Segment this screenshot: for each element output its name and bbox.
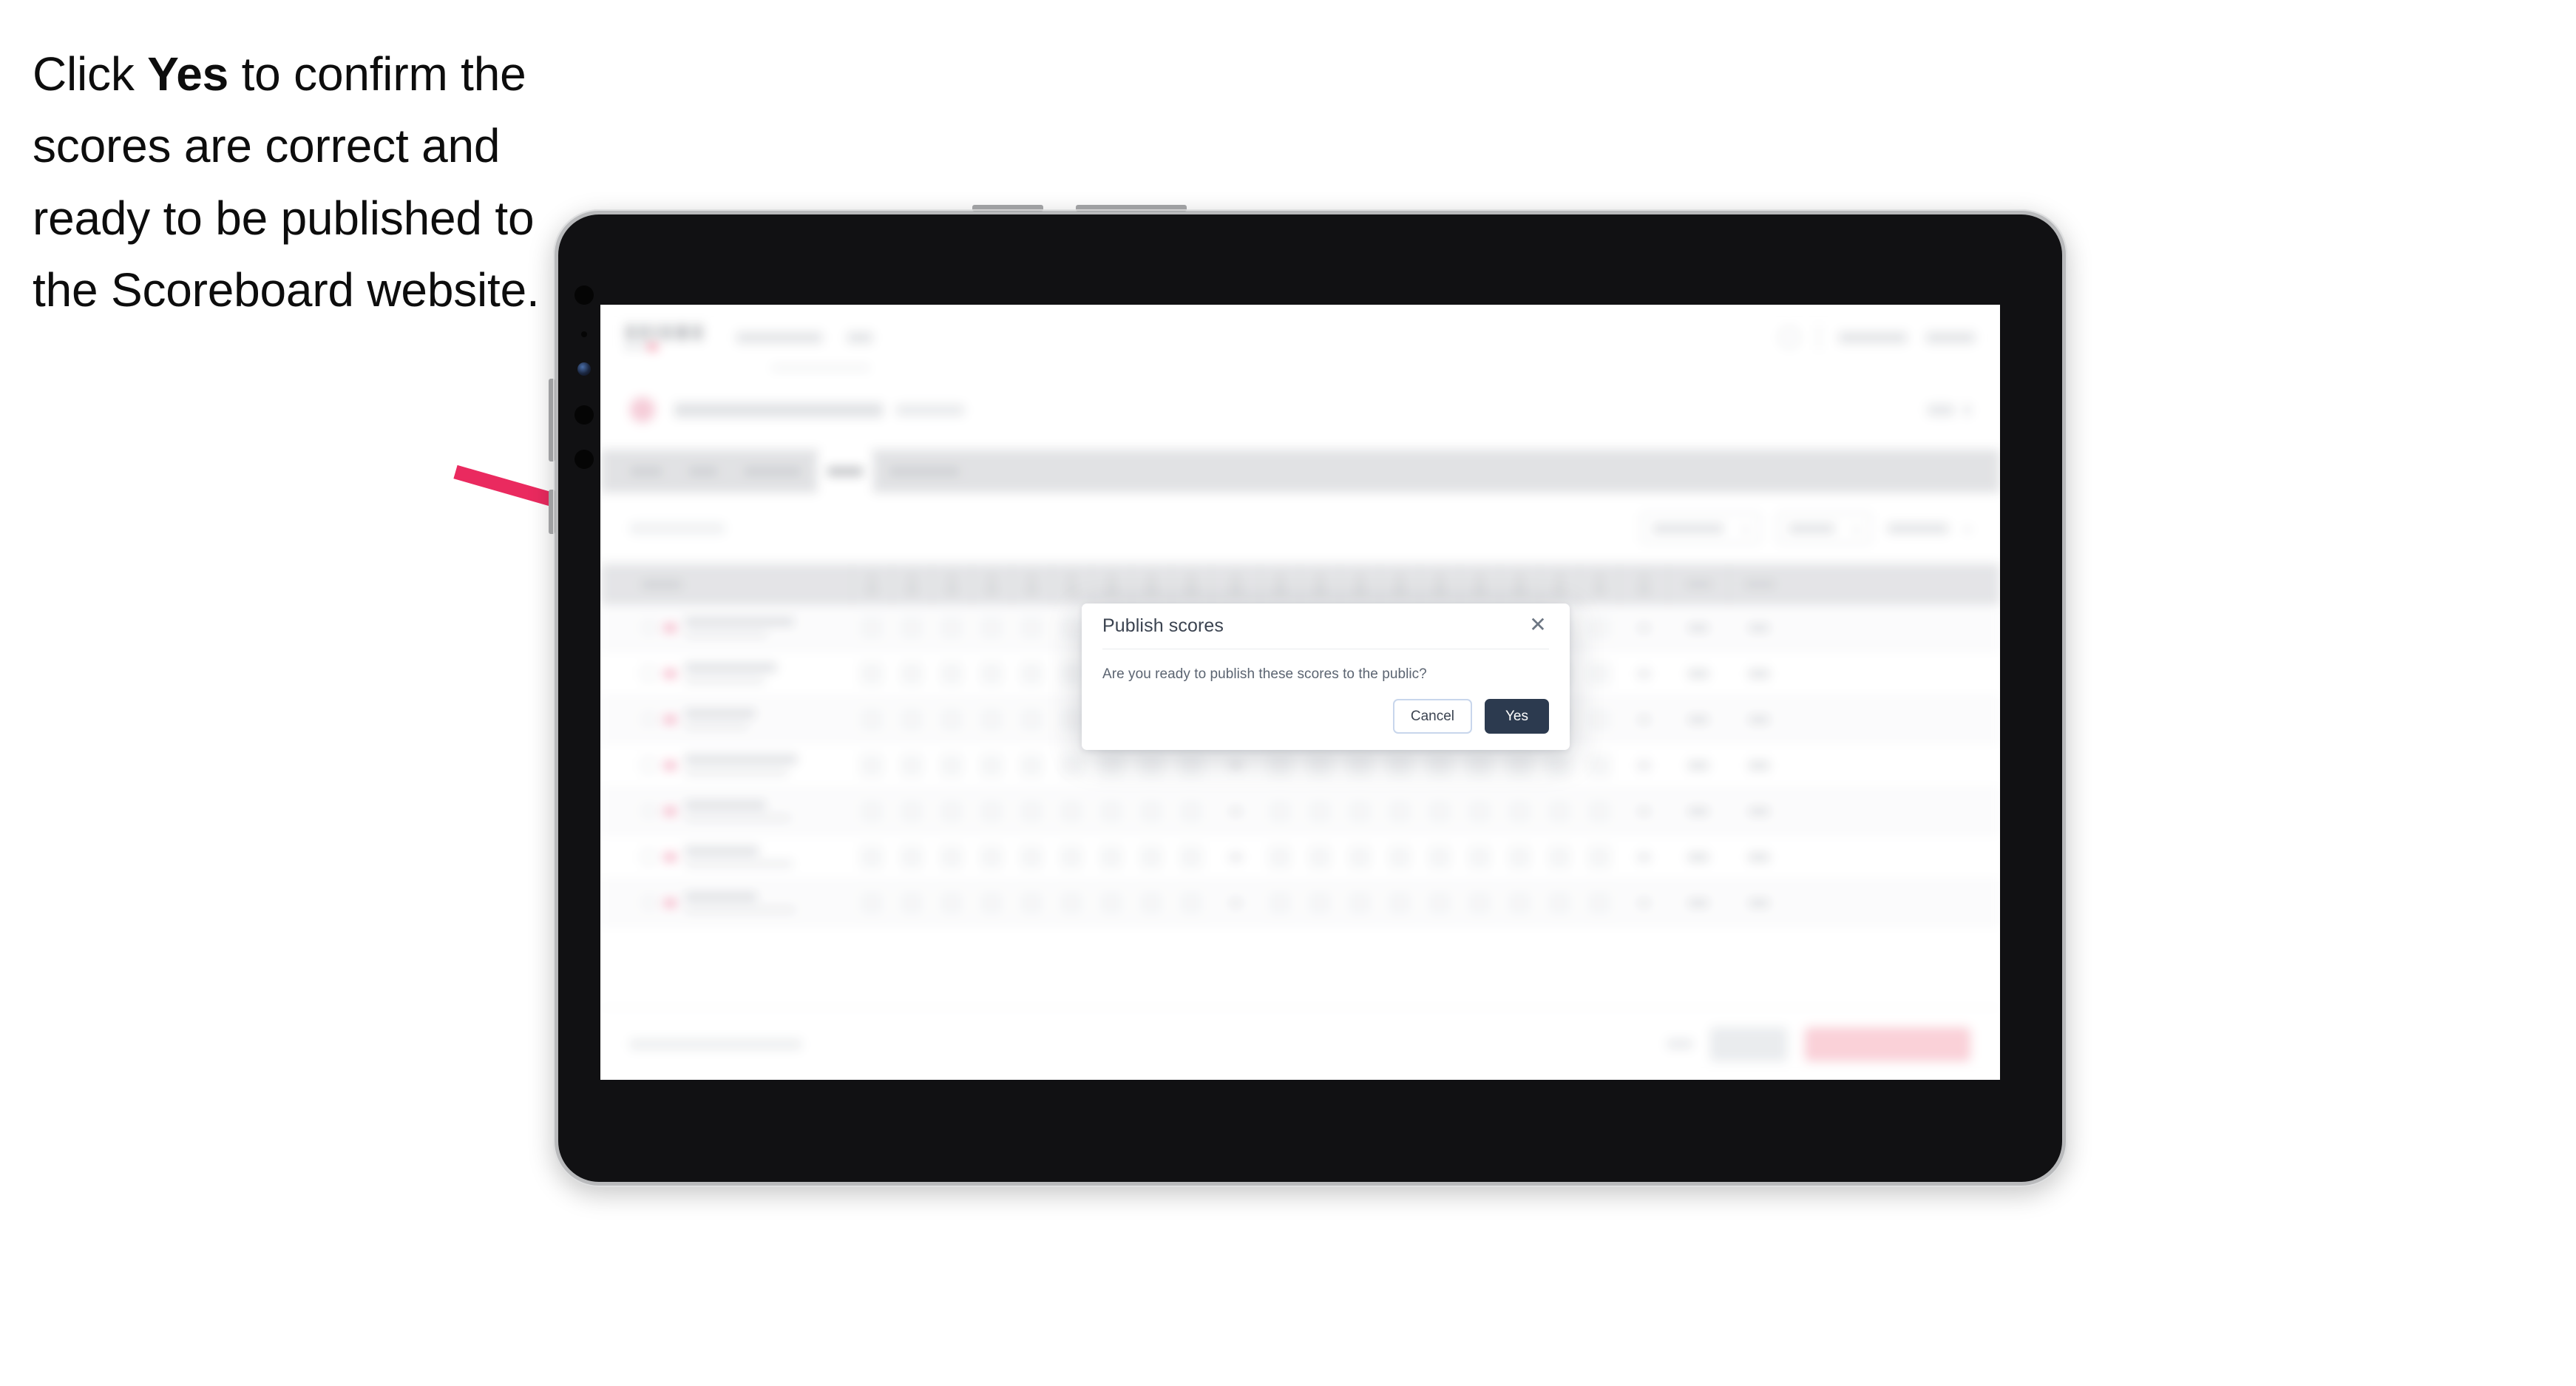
dialog-header: Publish scores ✕ (1102, 604, 1549, 649)
caption-emphasis: Yes (147, 47, 228, 101)
caption-before: Click (33, 47, 148, 101)
dialog-actions: Cancel Yes (1392, 699, 1549, 734)
volume-button[interactable] (972, 205, 1043, 212)
sensor-dot-icon (574, 405, 594, 425)
dialog-message: Are you ready to publish these scores to… (1102, 666, 1427, 682)
close-icon[interactable]: ✕ (1525, 612, 1550, 638)
side-button-upper[interactable] (549, 379, 555, 462)
front-camera-icon (574, 285, 594, 305)
dialog-title: Publish scores (1102, 615, 1224, 636)
side-button-lower[interactable] (549, 490, 555, 534)
publish-scores-dialog: Publish scores ✕ Are you ready to publis… (1082, 604, 1570, 750)
instruction-caption: Click Yes to confirm the scores are corr… (33, 38, 594, 326)
tablet-device: Publish scores ✕ Are you ready to publis… (549, 205, 2067, 1187)
power-button[interactable] (1076, 205, 1187, 212)
cancel-button[interactable]: Cancel (1392, 699, 1472, 734)
speaker-hole-icon (574, 450, 594, 469)
camera-lens-icon (577, 362, 591, 376)
yes-button[interactable]: Yes (1485, 699, 1549, 734)
screenshot-canvas: Click Yes to confirm the scores are corr… (0, 0, 2576, 1386)
ambient-sensor-icon (581, 331, 587, 337)
tablet-screen: Publish scores ✕ Are you ready to publis… (600, 305, 2000, 1080)
